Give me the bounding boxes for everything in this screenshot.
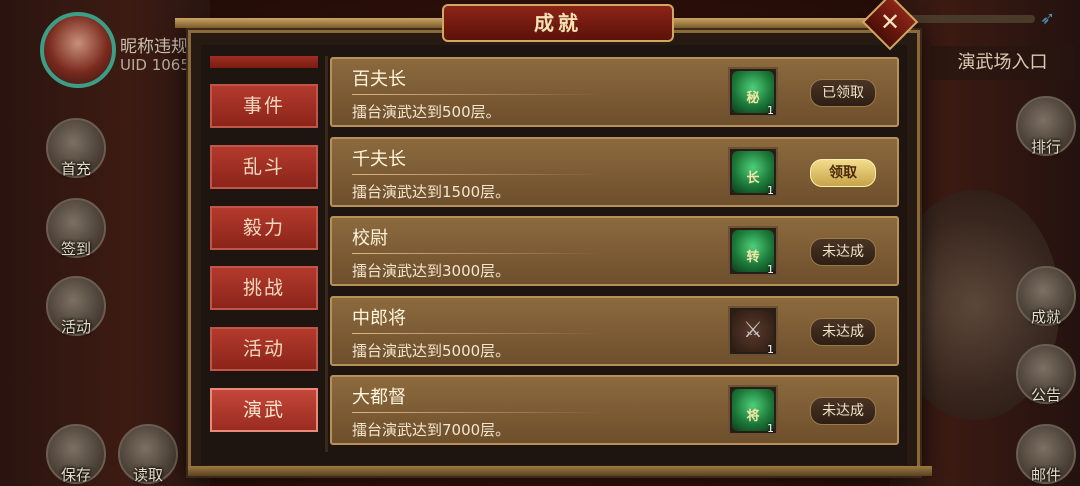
rank-label: 排行: [1030, 138, 1061, 156]
achievement-row: 百夫长 擂台演武达到500层。 秘 1 已领取: [330, 57, 899, 127]
row-divider: [352, 253, 602, 254]
tab-activity[interactable]: 活动: [210, 327, 318, 371]
tab-martial-arena[interactable]: 演武: [210, 388, 318, 432]
title-ornament-right: [672, 18, 872, 28]
bird-icon: ➶: [1040, 8, 1056, 29]
claim-button[interactable]: 领取: [810, 159, 876, 187]
save-label: 保存: [60, 466, 91, 484]
achievement-desc: 擂台演武达到1500层。: [352, 183, 511, 201]
row-divider: [352, 333, 602, 334]
reward-slot[interactable]: ⚔ 1: [728, 306, 778, 356]
avatar[interactable]: [40, 12, 116, 88]
achievement-desc: 擂台演武达到5000层。: [352, 342, 511, 360]
first-recharge-label: 首充: [60, 160, 91, 178]
achievement-desc: 擂台演武达到7000层。: [352, 421, 511, 439]
not-achieved-button[interactable]: 未达成: [810, 397, 876, 425]
tab-challenge[interactable]: 挑战: [210, 266, 318, 310]
achievement-row: 校尉 擂台演武达到3000层。 转 1 未达成: [330, 216, 899, 286]
tab-perseverance[interactable]: 毅力: [210, 206, 318, 250]
close-icon[interactable]: ✕: [874, 5, 906, 39]
achievement-title: 百夫长: [352, 69, 406, 90]
achievement-row: 千夫长 擂台演武达到1500层。 长 1 领取: [330, 137, 899, 207]
achievement-label: 成就: [1030, 308, 1061, 326]
not-achieved-button[interactable]: 未达成: [810, 318, 876, 346]
title-ornament-left: [175, 18, 445, 28]
reward-slot[interactable]: 秘 1: [728, 67, 778, 117]
event-label: 活动: [60, 318, 91, 336]
achievement-title: 大都督: [352, 387, 406, 408]
arena-entry-button[interactable]: 演武场入口: [930, 46, 1075, 80]
tab-scroll-edge: [210, 56, 318, 68]
achievement-row: 大都督 擂台演武达到7000层。 将 1 未达成: [330, 375, 899, 445]
reward-count: 1: [767, 263, 774, 276]
panel-title: 成就: [442, 4, 674, 42]
reward-count: 1: [767, 184, 774, 197]
mail-label: 邮件: [1030, 466, 1061, 484]
tab-brawl[interactable]: 乱斗: [210, 145, 318, 189]
achievement-desc: 擂台演武达到3000层。: [352, 262, 511, 280]
not-achieved-button[interactable]: 未达成: [810, 238, 876, 266]
load-label: 读取: [132, 466, 163, 484]
reward-slot[interactable]: 转 1: [728, 226, 778, 276]
achievement-desc: 擂台演武达到500层。: [352, 103, 501, 121]
row-divider: [352, 174, 602, 175]
player-nickname: 昵称违规: [120, 37, 188, 57]
panel-bottom-ornament: [188, 466, 932, 476]
reward-count: 1: [767, 422, 774, 435]
top-right-bar: [905, 15, 1035, 23]
reward-slot[interactable]: 将 1: [728, 385, 778, 435]
reward-slot[interactable]: 长 1: [728, 147, 778, 197]
achievement-title: 中郎将: [352, 308, 406, 329]
notice-label: 公告: [1030, 386, 1061, 404]
reward-count: 1: [767, 343, 774, 356]
tab-events[interactable]: 事件: [210, 84, 318, 128]
sign-in-label: 签到: [60, 240, 91, 258]
claimed-button[interactable]: 已领取: [810, 79, 876, 107]
tab-divider: [325, 56, 328, 452]
row-divider: [352, 412, 602, 413]
achievement-title: 校尉: [352, 228, 388, 249]
row-divider: [352, 94, 602, 95]
achievement-title: 千夫长: [352, 149, 406, 170]
achievement-row: 中郎将 擂台演武达到5000层。 ⚔ 1 未达成: [330, 296, 899, 366]
reward-count: 1: [767, 104, 774, 117]
